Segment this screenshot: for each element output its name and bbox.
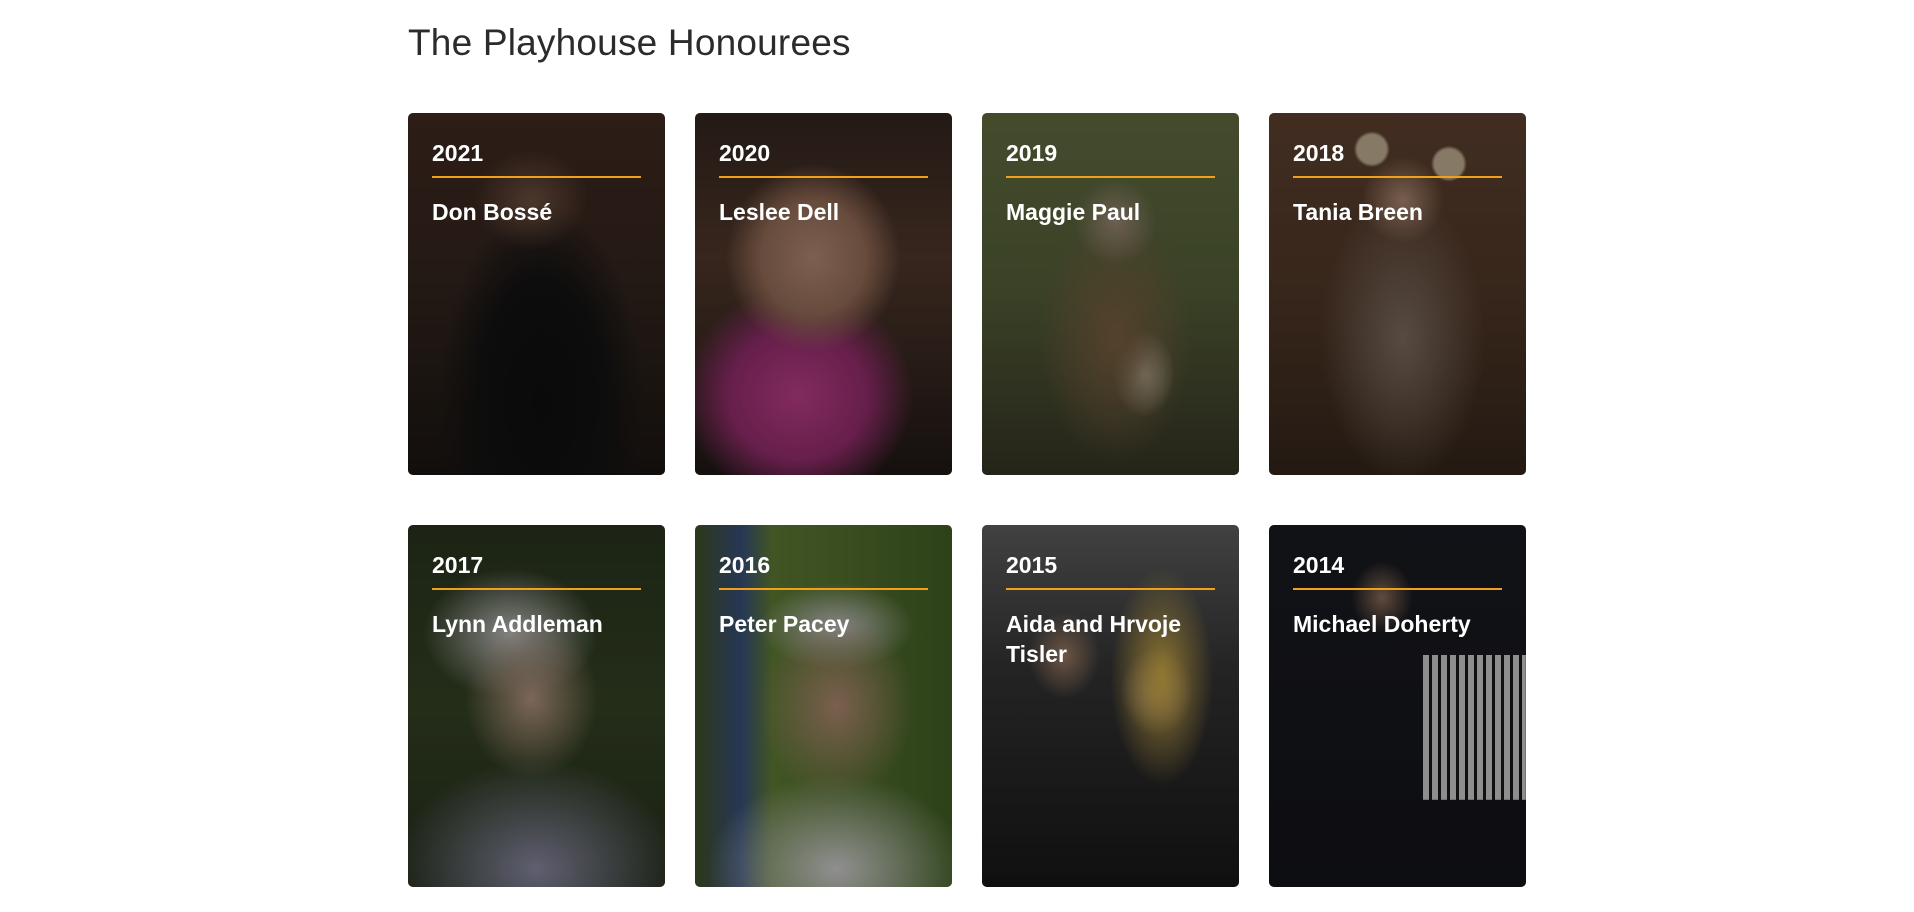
honouree-card-2015[interactable]: 2015 Aida and Hrvoje Tisler xyxy=(982,525,1239,887)
honouree-year: 2017 xyxy=(432,551,641,590)
honouree-year: 2021 xyxy=(432,139,641,178)
honouree-name[interactable]: Aida and Hrvoje Tisler xyxy=(1006,609,1215,669)
honourees-grid: 2021 Don Bossé 2020 Leslee Dell 2019 Mag… xyxy=(408,113,1526,887)
honouree-name[interactable]: Lynn Addleman xyxy=(432,609,641,639)
honouree-year: 2018 xyxy=(1293,139,1502,178)
honouree-name[interactable]: Leslee Dell xyxy=(719,197,928,227)
honouree-card-2020[interactable]: 2020 Leslee Dell xyxy=(695,113,952,475)
honouree-card-2018[interactable]: 2018 Tania Breen xyxy=(1269,113,1526,475)
honouree-name[interactable]: Peter Pacey xyxy=(719,609,928,639)
honouree-card-2017[interactable]: 2017 Lynn Addleman xyxy=(408,525,665,887)
section-title: The Playhouse Honourees xyxy=(408,22,851,63)
honouree-name[interactable]: Don Bossé xyxy=(432,197,641,227)
honouree-year: 2019 xyxy=(1006,139,1215,178)
honouree-year: 2015 xyxy=(1006,551,1215,590)
honouree-name[interactable]: Michael Doherty xyxy=(1293,609,1502,639)
honouree-card-2019[interactable]: 2019 Maggie Paul xyxy=(982,113,1239,475)
honouree-year: 2016 xyxy=(719,551,928,590)
honouree-card-2014[interactable]: 2014 Michael Doherty xyxy=(1269,525,1526,887)
honouree-year: 2014 xyxy=(1293,551,1502,590)
honouree-name[interactable]: Tania Breen xyxy=(1293,197,1502,227)
honouree-name[interactable]: Maggie Paul xyxy=(1006,197,1215,227)
honourees-section: The Playhouse Honourees 2021 Don Bossé 2… xyxy=(408,0,1528,887)
honouree-card-2021[interactable]: 2021 Don Bossé xyxy=(408,113,665,475)
honouree-year: 2020 xyxy=(719,139,928,178)
honouree-card-2016[interactable]: 2016 Peter Pacey xyxy=(695,525,952,887)
